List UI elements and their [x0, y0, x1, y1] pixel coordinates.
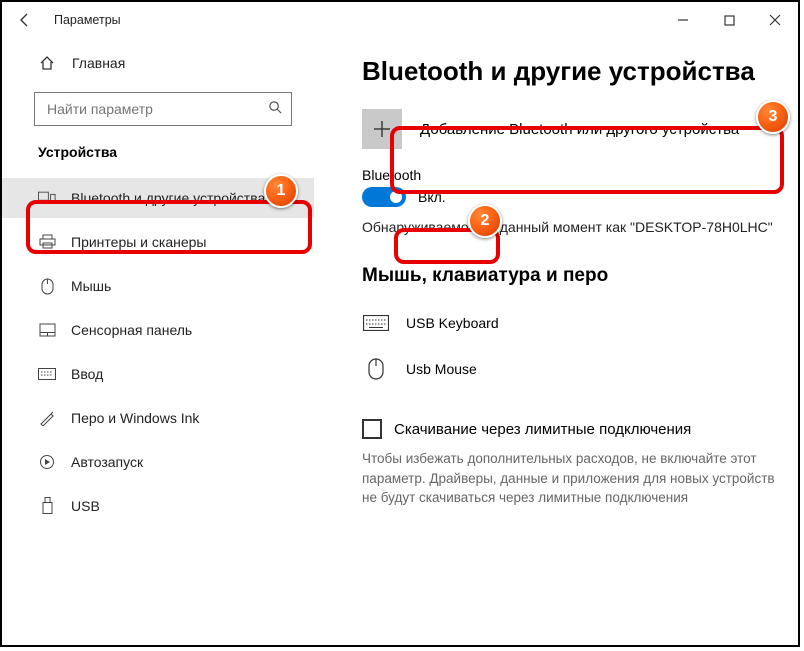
bluetooth-toggle[interactable]: [362, 187, 406, 207]
printer-icon: [38, 233, 56, 251]
discoverable-text: Обнаруживаемое на данный момент как "DES…: [362, 219, 780, 235]
metered-description: Чтобы избежать дополнительных расходов, …: [362, 449, 780, 508]
search-input[interactable]: [34, 92, 292, 126]
autoplay-icon: [38, 453, 56, 471]
mouse-icon: [38, 277, 56, 295]
pen-icon: [38, 409, 56, 427]
usb-icon: [38, 497, 56, 515]
content-pane: Bluetooth и другие устройства Добавление…: [314, 38, 798, 645]
home-link[interactable]: Главная: [2, 44, 314, 82]
sidebar-item-mouse[interactable]: Мышь: [2, 266, 314, 306]
sidebar-group-title: Устройства: [2, 144, 314, 160]
mouse-icon: [362, 358, 390, 380]
sidebar-item-printers[interactable]: Принтеры и сканеры: [2, 222, 314, 262]
device-label: USB Keyboard: [406, 315, 499, 331]
checkbox-icon[interactable]: [362, 419, 382, 439]
sidebar-item-pen[interactable]: Перо и Windows Ink: [2, 398, 314, 438]
keyboard-icon: [362, 315, 390, 331]
device-row-keyboard[interactable]: USB Keyboard: [362, 301, 780, 345]
add-device-label: Добавление Bluetooth или другого устройс…: [420, 121, 739, 138]
sidebar-item-bluetooth[interactable]: Bluetooth и другие устройства: [2, 178, 314, 218]
devices-icon: [38, 189, 56, 207]
sidebar-item-label: Принтеры и сканеры: [71, 234, 206, 250]
home-label: Главная: [72, 55, 125, 71]
home-icon: [38, 54, 56, 72]
sidebar-item-label: Ввод: [71, 366, 103, 382]
sidebar: Главная Устройства Bluetooth и другие ус…: [2, 38, 314, 645]
bluetooth-toggle-state: Вкл.: [418, 189, 446, 205]
add-device-button[interactable]: Добавление Bluetooth или другого устройс…: [362, 109, 780, 149]
device-label: Usb Mouse: [406, 361, 477, 377]
touchpad-icon: [38, 321, 56, 339]
bluetooth-section-label: Bluetooth: [362, 167, 780, 183]
close-button[interactable]: [752, 2, 798, 38]
sidebar-item-label: USB: [71, 498, 100, 514]
device-row-mouse[interactable]: Usb Mouse: [362, 347, 780, 391]
search-icon: [268, 100, 283, 118]
input-devices-heading: Мышь, клавиатура и перо: [362, 265, 780, 287]
sidebar-item-label: Сенсорная панель: [71, 322, 192, 338]
plus-icon: [362, 109, 402, 149]
keyboard-icon: [38, 365, 56, 383]
sidebar-item-label: Bluetooth и другие устройства: [71, 190, 265, 206]
titlebar: Параметры: [2, 2, 798, 38]
metered-checkbox-label: Скачивание через лимитные подключения: [394, 421, 691, 438]
minimize-button[interactable]: [660, 2, 706, 38]
toggle-knob: [390, 191, 402, 203]
sidebar-item-label: Автозапуск: [71, 454, 143, 470]
sidebar-item-label: Перо и Windows Ink: [71, 410, 199, 426]
app-title: Параметры: [54, 13, 121, 27]
page-title: Bluetooth и другие устройства: [362, 56, 780, 87]
sidebar-item-touchpad[interactable]: Сенсорная панель: [2, 310, 314, 350]
maximize-button[interactable]: [706, 2, 752, 38]
sidebar-item-label: Мышь: [71, 278, 111, 294]
sidebar-item-autoplay[interactable]: Автозапуск: [2, 442, 314, 482]
window-controls: [660, 2, 798, 38]
sidebar-item-typing[interactable]: Ввод: [2, 354, 314, 394]
metered-checkbox-row[interactable]: Скачивание через лимитные подключения: [362, 419, 780, 439]
search-field[interactable]: [45, 100, 249, 118]
back-arrow-icon[interactable]: [14, 12, 36, 28]
sidebar-item-usb[interactable]: USB: [2, 486, 314, 526]
